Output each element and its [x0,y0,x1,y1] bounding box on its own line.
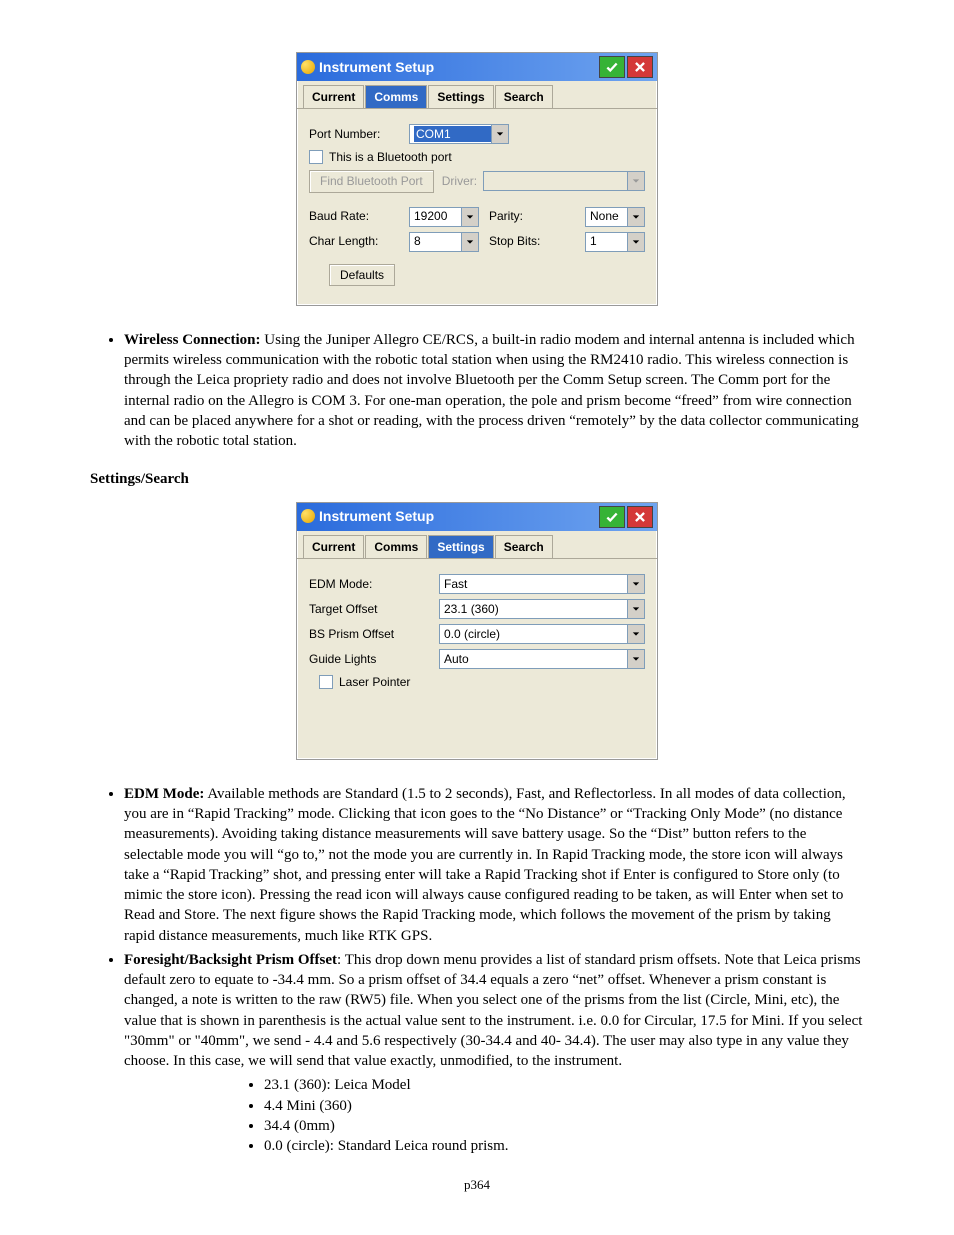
chevron-down-icon [491,125,508,143]
bs-prism-offset-combo[interactable]: 0.0 (circle) [439,624,645,644]
tab-settings[interactable]: Settings [428,535,493,558]
driver-label: Driver: [442,173,477,189]
guide-lights-label: Guide Lights [309,651,439,667]
chevron-down-icon [461,233,478,251]
chevron-down-icon [627,575,644,593]
tab-comms[interactable]: Comms [365,535,427,558]
cancel-button[interactable] [627,506,653,528]
baud-rate-label: Baud Rate: [309,208,409,224]
titlebar: Instrument Setup [297,503,657,531]
chevron-down-icon [627,600,644,618]
cancel-button[interactable] [627,56,653,78]
wireless-connection-lead: Wireless Connection: [124,332,261,348]
wireless-connection-body: Using the Juniper Allegro CE/RCS, a buil… [124,332,859,449]
dialog-title: Instrument Setup [319,507,434,526]
list-item: 23.1 (360): Leica Model [264,1075,864,1095]
section-heading: Settings/Search [90,469,864,489]
app-icon [301,509,315,523]
tab-search[interactable]: Search [495,535,553,558]
body-list: Wireless Connection: Using the Juniper A… [90,330,864,452]
edm-mode-body: Available methods are Standard (1.5 to 2… [124,786,846,944]
stop-bits-combo[interactable]: 1 [585,232,645,252]
chevron-down-icon [627,625,644,643]
edm-mode-label: EDM Mode: [309,576,439,592]
prism-offset-body: : This drop down menu provides a list of… [124,952,862,1069]
ok-button[interactable] [599,56,625,78]
baud-rate-combo[interactable]: 19200 [409,207,479,227]
edm-mode-lead: EDM Mode: [124,786,204,802]
defaults-button[interactable]: Defaults [329,264,395,286]
edm-mode-combo[interactable]: Fast [439,574,645,594]
tab-current[interactable]: Current [303,535,364,558]
char-length-combo[interactable]: 8 [409,232,479,252]
list-item: 34.4 (0mm) [264,1116,864,1136]
titlebar: Instrument Setup [297,53,657,81]
list-item: 0.0 (circle): Standard Leica round prism… [264,1136,864,1156]
page-number: p364 [90,1176,864,1194]
prism-offset-sublist: 23.1 (360): Leica Model 4.4 Mini (360) 3… [124,1075,864,1156]
instrument-setup-dialog-comms: Instrument Setup Current Comms Settings … [296,52,658,306]
ok-button[interactable] [599,506,625,528]
chevron-down-icon [627,650,644,668]
char-length-label: Char Length: [309,233,409,249]
chevron-down-icon [627,233,644,251]
body-list: EDM Mode: Available methods are Standard… [90,784,864,1157]
bluetooth-checkbox[interactable]: This is a Bluetooth port [309,149,452,165]
instrument-setup-dialog-settings: Instrument Setup Current Comms Settings … [296,502,658,760]
prism-offset-lead: Foresight/Backsight Prism Offset [124,952,337,968]
find-bluetooth-button[interactable]: Find Bluetooth Port [309,170,434,192]
bs-prism-offset-label: BS Prism Offset [309,626,439,642]
target-offset-combo[interactable]: 23.1 (360) [439,599,645,619]
tab-current[interactable]: Current [303,85,364,108]
guide-lights-combo[interactable]: Auto [439,649,645,669]
list-item: EDM Mode: Available methods are Standard… [124,784,864,946]
tab-search[interactable]: Search [495,85,553,108]
tab-settings[interactable]: Settings [428,85,493,108]
list-item: Foresight/Backsight Prism Offset: This d… [124,950,864,1157]
stop-bits-label: Stop Bits: [489,233,540,249]
chevron-down-icon [627,172,644,190]
app-icon [301,60,315,74]
target-offset-label: Target Offset [309,601,439,617]
dialog-title: Instrument Setup [319,58,434,77]
chevron-down-icon [627,208,644,226]
port-number-combo[interactable]: COM1 [409,124,509,144]
list-item: Wireless Connection: Using the Juniper A… [124,330,864,452]
parity-label: Parity: [489,208,523,224]
chevron-down-icon [461,208,478,226]
port-number-label: Port Number: [309,126,409,142]
parity-combo[interactable]: None [585,207,645,227]
driver-combo [483,171,645,191]
tab-comms[interactable]: Comms [365,85,427,108]
laser-pointer-checkbox[interactable]: Laser Pointer [319,674,410,690]
list-item: 4.4 Mini (360) [264,1096,864,1116]
